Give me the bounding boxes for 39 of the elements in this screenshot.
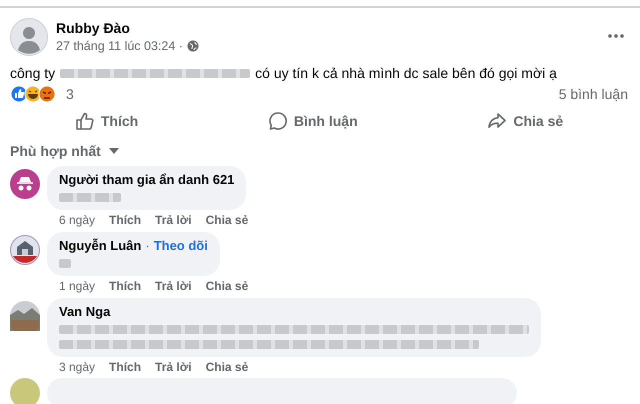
comment-action-link[interactable]: Trả lời	[155, 279, 192, 293]
comment-action-link[interactable]: Thích	[109, 279, 142, 293]
author-name[interactable]: Rubby Đào	[56, 20, 600, 36]
thumbs-up-icon	[74, 111, 95, 131]
globe-icon	[186, 40, 199, 52]
like-button[interactable]: Thích	[64, 107, 148, 135]
comment-count[interactable]: 5 bình luận	[558, 86, 628, 102]
commenter-name[interactable]: Người tham gia ẩn danh 621	[59, 172, 234, 187]
speech-bubble-icon	[268, 111, 288, 131]
comment-action-link[interactable]: Chia sẻ	[206, 360, 248, 374]
comment-action-link[interactable]: Trả lời	[155, 213, 192, 227]
comment-time[interactable]: 1 ngày	[59, 279, 96, 293]
post-time[interactable]: 27 tháng 11 lúc 03:24 ·	[56, 39, 183, 53]
comment-time[interactable]: 3 ngày	[59, 360, 96, 374]
commenter-name[interactable]: Nguyễn Luân	[59, 238, 142, 253]
comment-action-link[interactable]: Thích	[109, 360, 142, 374]
comment-action-link[interactable]: Chia sẻ	[206, 279, 248, 293]
comment-button[interactable]: Bình luận	[258, 107, 368, 135]
share-button[interactable]: Chia sẻ	[477, 107, 574, 135]
caret-icon	[108, 148, 119, 154]
post-text: có uy tín k cả nhà mình dc sale bên đó gọi mời ạ	[255, 65, 557, 81]
incognito-avatar-icon[interactable]	[10, 169, 40, 199]
comment-action-link[interactable]: Trả lời	[155, 360, 192, 374]
comment-action-link[interactable]: Chia sẻ	[206, 213, 248, 227]
follow-link[interactable]: Theo dõi	[154, 238, 208, 253]
commenter-name[interactable]: Van Nga	[59, 304, 110, 319]
comment-action-link[interactable]: Thích	[109, 213, 142, 227]
separator-dot: ·	[145, 238, 150, 253]
avatar-icon[interactable]	[10, 18, 48, 56]
blurred-text	[59, 259, 71, 268]
comment-time[interactable]: 6 ngày	[59, 213, 96, 227]
share-arrow-icon	[487, 111, 508, 131]
logo-avatar-icon[interactable]	[10, 235, 40, 265]
reaction-count[interactable]: 3	[66, 86, 74, 102]
post-text: công ty	[10, 65, 56, 81]
landscape-avatar-icon[interactable]	[10, 301, 40, 331]
sort-dropdown[interactable]: Phù hợp nhất	[4, 141, 125, 161]
blurred-text	[59, 193, 121, 202]
more-options-icon[interactable]	[608, 34, 624, 38]
